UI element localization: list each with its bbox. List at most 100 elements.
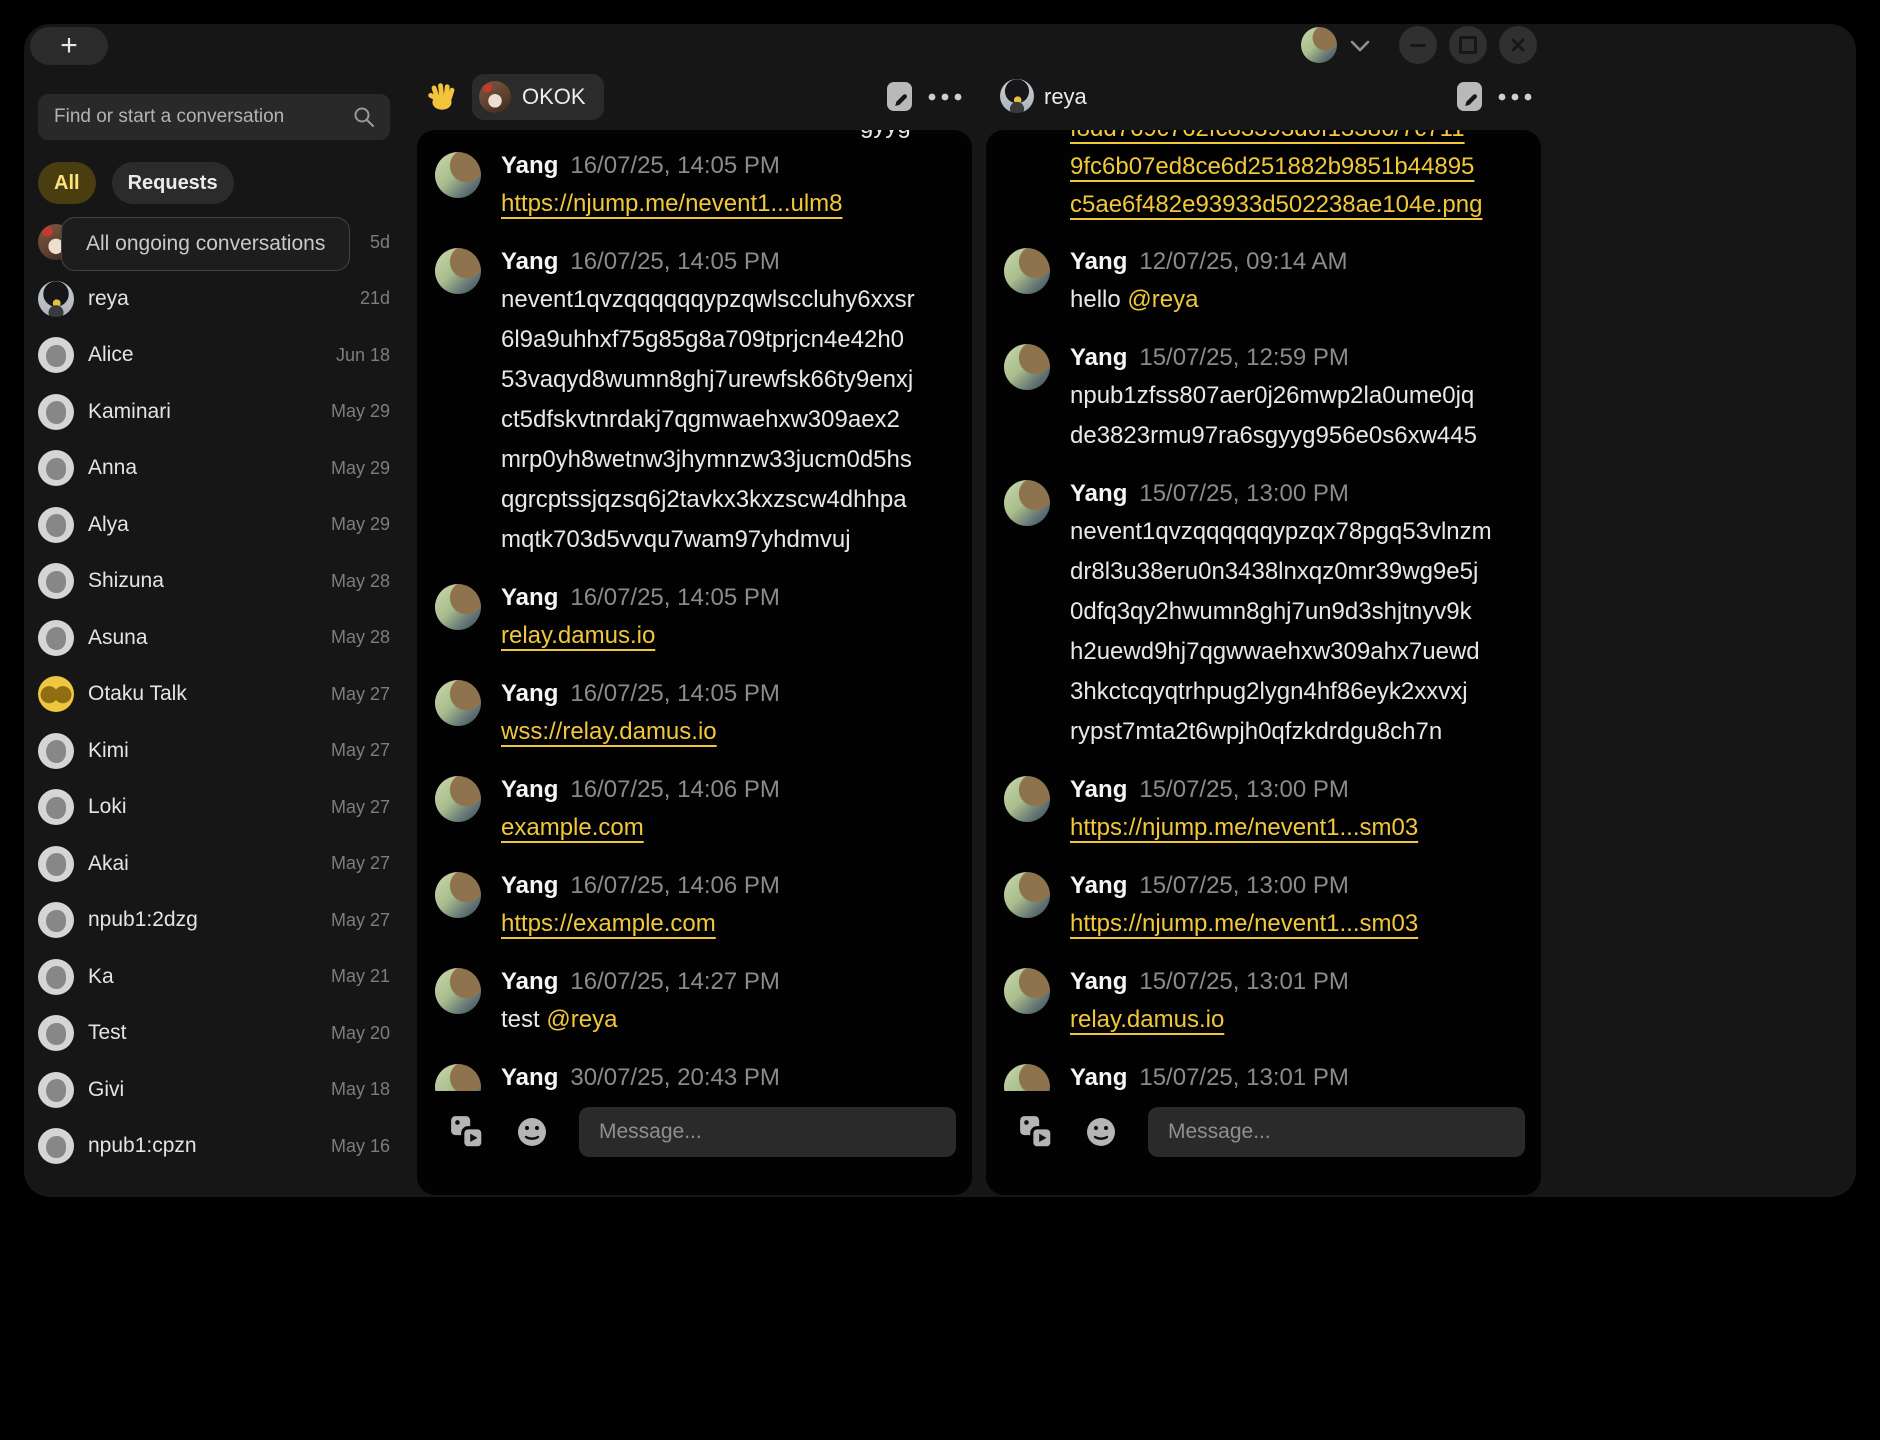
- conversation-item[interactable]: KaminariMay 29: [24, 384, 417, 441]
- message-timestamp: 16/07/25, 14:06 PM: [570, 776, 779, 803]
- conversation-item[interactable]: TestMay 20: [24, 1005, 417, 1062]
- message-content: nevent1qvzqqqqqqypzqwlsccluhy6xxsr6l9a9u…: [501, 280, 915, 560]
- message-link[interactable]: https://example.com: [501, 910, 716, 937]
- emoji-smiley-icon[interactable]: [515, 1115, 549, 1149]
- message-author: Yang: [1070, 1064, 1127, 1091]
- conversation-list: 5dreya21dAliceJun 18KaminariMay 29AnnaMa…: [24, 214, 417, 1175]
- chat-menu-icon[interactable]: [1497, 92, 1533, 102]
- conversation-name: Test: [88, 1021, 127, 1045]
- chat-menu-icon[interactable]: [927, 92, 963, 102]
- compose-note-icon[interactable]: [1456, 81, 1483, 112]
- avatar: [38, 1072, 74, 1108]
- avatar: [38, 1128, 74, 1164]
- message-mention[interactable]: @reya: [546, 1006, 617, 1033]
- search-input[interactable]: [38, 94, 390, 140]
- media-attach-icon[interactable]: [449, 1114, 485, 1150]
- message-timestamp: 15/07/25, 13:00 PM: [1139, 480, 1348, 507]
- chat-panel-reya: f8dd769c762fc83393d6f13386/7c7119fc6b07e…: [986, 130, 1541, 1195]
- message-header: Yang16/07/25, 14:05 PM: [501, 680, 780, 708]
- avatar: [1004, 968, 1050, 1014]
- message-timestamp: 16/07/25, 14:05 PM: [570, 680, 779, 707]
- message-link[interactable]: f8dd769c762fc83393d6f13386/7c7119fc6b07e…: [1070, 130, 1482, 218]
- message-author: Yang: [501, 248, 558, 275]
- message-content: relay.damus.io: [501, 616, 780, 656]
- conversation-time: May 27: [331, 740, 417, 761]
- conversation-item[interactable]: GiviMay 18: [24, 1062, 417, 1119]
- message-input[interactable]: [579, 1107, 956, 1157]
- conversation-item[interactable]: npub1:cpznMay 16: [24, 1118, 417, 1175]
- close-icon: [1510, 37, 1526, 53]
- message-header: Yang15/07/25, 12:59 PM: [1070, 344, 1477, 372]
- message-link[interactable]: example.com: [501, 814, 644, 841]
- conversation-item[interactable]: ShizunaMay 28: [24, 553, 417, 610]
- avatar: [38, 676, 74, 712]
- message-header: Yang16/07/25, 14:06 PM: [501, 872, 780, 900]
- message-author: Yang: [1070, 872, 1127, 899]
- conversation-name: Givi: [88, 1078, 124, 1102]
- new-chat-button[interactable]: +: [30, 27, 108, 65]
- compose-note-icon[interactable]: [886, 81, 913, 112]
- conversation-item[interactable]: KaMay 21: [24, 949, 417, 1006]
- emoji-smiley-icon[interactable]: [1084, 1115, 1118, 1149]
- message: Yang16/07/25, 14:06 PM example.com: [435, 776, 958, 848]
- message: Yang15/07/25, 13:01 PMwss://relay.damus.…: [1004, 1064, 1527, 1091]
- conversation-item[interactable]: AliceJun 18: [24, 327, 417, 384]
- message-timestamp: 15/07/25, 12:59 PM: [1139, 344, 1348, 371]
- message: Yang15/07/25, 13:01 PMrelay.damus.io: [1004, 968, 1527, 1040]
- message-link[interactable]: relay.damus.io: [1070, 1006, 1224, 1033]
- message-list[interactable]: f8dd769c762fc83393d6f13386/7c7119fc6b07e…: [1004, 130, 1527, 1091]
- message-mention[interactable]: @reya: [1127, 286, 1198, 313]
- maximize-button[interactable]: [1449, 26, 1487, 64]
- message-author: Yang: [501, 152, 558, 179]
- message-timestamp: 16/07/25, 14:27 PM: [570, 968, 779, 995]
- media-attach-icon[interactable]: [1018, 1114, 1054, 1150]
- avatar: [38, 1015, 74, 1051]
- message-timestamp: 16/07/25, 14:05 PM: [570, 584, 779, 611]
- conversation-item[interactable]: KimiMay 27: [24, 723, 417, 780]
- conversation-item[interactable]: AkaiMay 27: [24, 836, 417, 893]
- search-field[interactable]: [52, 105, 352, 129]
- conversation-item[interactable]: Otaku TalkMay 27: [24, 666, 417, 723]
- chat-header-okok[interactable]: OKOK: [472, 74, 604, 120]
- message-header: Yang16/07/25, 14:06 PM: [501, 776, 780, 804]
- message-input[interactable]: [1148, 1107, 1525, 1157]
- conversation-item[interactable]: AnnaMay 29: [24, 440, 417, 497]
- conversation-item[interactable]: reya 21d: [24, 271, 417, 328]
- filter-requests[interactable]: Requests: [112, 162, 234, 204]
- minimize-button[interactable]: [1399, 26, 1437, 64]
- message-content: npub1zfss807aer0j26mwp2la0ume0jqde3823rm…: [1070, 376, 1477, 456]
- message-body: Yang15/07/25, 12:59 PM npub1zfss807aer0j2…: [1070, 344, 1477, 456]
- conversation-item[interactable]: npub1:2dzgMay 27: [24, 892, 417, 949]
- message-body: Yang15/07/25, 13:01 PMwss://relay.damus.…: [1070, 1064, 1349, 1091]
- message-list[interactable]: Yang16/07/25, 14:05 PMhttps://njump.me/n…: [435, 130, 958, 1091]
- message-author: Yang: [1070, 968, 1127, 995]
- avatar: [38, 281, 74, 317]
- composer: [435, 1107, 956, 1157]
- message-link[interactable]: https://njump.me/nevent1...ulm8: [501, 190, 843, 217]
- conversation-item[interactable]: AsunaMay 28: [24, 610, 417, 667]
- message-link[interactable]: https://njump.me/nevent1...sm03: [1070, 814, 1418, 841]
- conversation-item[interactable]: LokiMay 27: [24, 779, 417, 836]
- message-header: Yang16/07/25, 14:05 PM: [501, 248, 915, 276]
- conversation-item[interactable]: AlyaMay 29: [24, 497, 417, 554]
- avatar: [435, 776, 481, 822]
- conversation-time: May 28: [331, 571, 417, 592]
- conversation-time: May 29: [331, 514, 417, 535]
- message-header: Yang15/07/25, 13:01 PM: [1070, 1064, 1349, 1091]
- filter-all[interactable]: All: [38, 162, 96, 204]
- close-button[interactable]: [1499, 26, 1537, 64]
- conversation-time: 21d: [360, 288, 417, 309]
- avatar: [435, 1064, 481, 1091]
- message-link[interactable]: https://njump.me/nevent1...sm03: [1070, 910, 1418, 937]
- conversation-time: May 27: [331, 797, 417, 818]
- conversation-time: May 27: [331, 910, 417, 931]
- chevron-down-icon[interactable]: [1350, 39, 1370, 53]
- chat-header-avatar[interactable]: [1000, 79, 1034, 113]
- conversation-name: Akai: [88, 852, 129, 876]
- account-avatar[interactable]: [1301, 27, 1337, 63]
- message: Yang30/07/25, 20:43 PMhaha: [435, 1064, 958, 1091]
- message-link[interactable]: wss://relay.damus.io: [501, 718, 717, 745]
- message-link[interactable]: relay.damus.io: [501, 622, 655, 649]
- conversation-name: reya: [88, 287, 129, 311]
- avatar: [1004, 248, 1050, 294]
